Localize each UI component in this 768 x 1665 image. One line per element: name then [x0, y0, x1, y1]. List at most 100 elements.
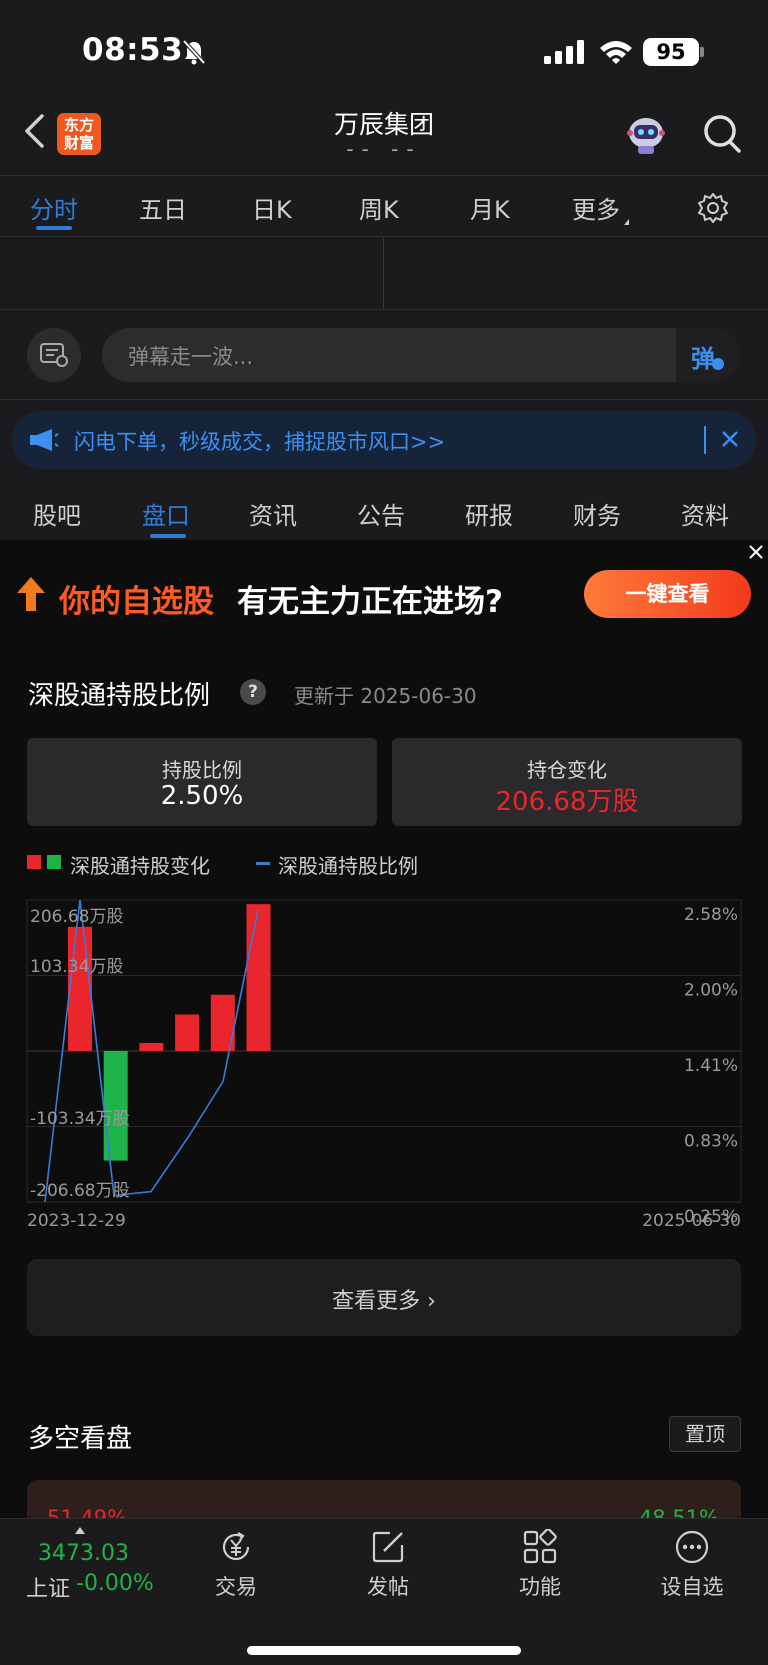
long-short-title: 多空看盘: [28, 1424, 133, 1454]
left-tick-label: 103.34万股: [30, 957, 123, 977]
active-section-indicator: [150, 534, 186, 538]
bell-muted-icon: [182, 39, 206, 65]
nav-trade[interactable]: 交易: [191, 1529, 281, 1609]
right-tick-label: 1.41%: [684, 1056, 738, 1076]
header: 东方财富 万辰集团 -- --: [0, 95, 768, 175]
section-tabs: 股吧 盘口 资讯 公告 研报 财务 资料: [0, 478, 768, 540]
promo-banner[interactable]: 你的自选股 有无主力正在进场? 一键查看: [0, 540, 768, 650]
tab-more[interactable]: 更多: [572, 190, 629, 225]
megaphone-icon: [30, 429, 59, 451]
update-date: 更新于 2025-06-30: [294, 684, 477, 708]
change-card: 持仓变化 206.68万股: [392, 738, 742, 826]
tab-pankou[interactable]: 盘口: [142, 496, 190, 531]
left-tick-label: -206.68万股: [30, 1181, 130, 1201]
ratio-card: 持股比例 2.50%: [27, 738, 377, 826]
active-tab-indicator: [36, 226, 72, 230]
gear-icon[interactable]: [697, 192, 729, 224]
tab-more-label: 更多: [572, 196, 620, 224]
period-tabs: 分时 五日 日K 周K 月K 更多: [0, 176, 768, 236]
nav-functions-label: 功能: [519, 1575, 561, 1599]
tab-profile[interactable]: 资料: [681, 496, 729, 531]
notice-banner[interactable]: 闪电下单，秒级成交，捕捉股市风口>>: [12, 411, 756, 469]
tab-daily-k[interactable]: 日K: [252, 190, 292, 225]
promo-view-button[interactable]: 一键查看: [584, 570, 751, 618]
danmaku-input[interactable]: 弹幕走一波... 弹: [102, 328, 740, 382]
x-start-label: 2023-12-29: [27, 1211, 126, 1230]
change-label: 持仓变化: [527, 758, 607, 782]
promo-text: 有无主力正在进场?: [237, 584, 503, 620]
ratio-label: 持股比例: [162, 758, 242, 782]
check-badge-icon: [712, 358, 724, 370]
index-name[interactable]: 上证: [26, 1571, 70, 1603]
holdings-title: 深股通持股比例: [28, 681, 211, 711]
holding-change-bar: [68, 926, 92, 1051]
home-indicator: [247, 1646, 521, 1655]
nav-functions[interactable]: 功能: [495, 1529, 585, 1609]
tab-guba[interactable]: 股吧: [33, 496, 81, 531]
tab-five-day[interactable]: 五日: [139, 190, 187, 225]
tab-monthly-k[interactable]: 月K: [470, 190, 510, 225]
period-divider: [0, 236, 768, 237]
pin-button[interactable]: 置顶: [669, 1416, 741, 1452]
holdings-chart: 206.68万股 103.34万股 -103.34万股 -206.68万股 2.58% 2…: [26, 899, 742, 1230]
legend-change-label: 深股通持股变化: [70, 854, 210, 878]
legend-red-swatch: [27, 855, 41, 869]
notice-text: 闪电下单，秒级成交，捕捉股市风口>>: [74, 430, 446, 454]
view-more-label: 查看更多 ›: [332, 1289, 436, 1314]
robot-assistant-icon[interactable]: [624, 113, 668, 157]
right-tick-label: 0.83%: [684, 1132, 738, 1152]
chart-crosshair: [383, 238, 384, 308]
expand-caret-icon[interactable]: [75, 1527, 85, 1534]
view-more-button[interactable]: 查看更多 ›: [27, 1259, 741, 1336]
status-bar: 08:53 95: [0, 28, 768, 78]
holding-change-bar: [139, 1042, 164, 1051]
more-dots-icon: [675, 1530, 709, 1564]
arrow-up-icon: [17, 577, 45, 611]
legend-line-swatch: [256, 862, 270, 865]
nav-trade-label: 交易: [215, 1575, 257, 1599]
left-tick-label: -103.34万股: [30, 1109, 130, 1129]
nav-add-watchlist[interactable]: 设自选: [647, 1529, 737, 1609]
tab-news[interactable]: 资讯: [249, 496, 297, 531]
wifi-icon: [600, 41, 632, 64]
change-value: 206.68万股: [495, 787, 639, 817]
close-icon[interactable]: [718, 427, 742, 451]
ratio-value: 2.50%: [160, 781, 244, 811]
nav-post-label: 发帖: [367, 1575, 409, 1599]
holding-change-bar: [246, 904, 271, 1051]
battery-tip: [700, 47, 704, 57]
nav-add-watchlist-label: 设自选: [660, 1575, 724, 1599]
status-time: 08:53: [82, 32, 184, 68]
danmaku-settings-button[interactable]: [27, 328, 81, 382]
compose-icon: [372, 1531, 404, 1563]
index-value[interactable]: 3473.03: [38, 1541, 129, 1566]
legend-green-swatch: [47, 855, 61, 869]
x-end-label: 2025-06-30: [642, 1211, 741, 1230]
right-tick-label: 2.00%: [684, 981, 738, 1001]
notice-separator: [704, 426, 706, 454]
legend-ratio-label: 深股通持股比例: [278, 854, 418, 878]
left-tick-label: 206.68万股: [30, 907, 123, 927]
danmaku-divider: [0, 399, 768, 400]
caret-icon: [624, 219, 629, 225]
trade-icon: [222, 1532, 250, 1561]
right-tick-label: 2.58%: [684, 905, 738, 925]
danmaku-settings-icon: [40, 343, 68, 367]
nav-post[interactable]: 发帖: [343, 1529, 433, 1609]
promo-highlight: 你的自选股: [59, 584, 214, 620]
promo-close-icon[interactable]: [748, 544, 764, 560]
help-icon[interactable]: ?: [240, 679, 266, 705]
battery-indicator: 95: [643, 38, 699, 66]
grid-icon: [523, 1529, 557, 1564]
tab-finance[interactable]: 财务: [573, 496, 621, 531]
tab-announcements[interactable]: 公告: [357, 496, 405, 531]
danmaku-placeholder: 弹幕走一波...: [128, 345, 254, 369]
stub-divider: [0, 309, 768, 310]
tab-research[interactable]: 研报: [465, 496, 513, 531]
danmaku-toggle-button[interactable]: 弹: [676, 328, 740, 382]
tab-weekly-k[interactable]: 周K: [359, 190, 399, 225]
index-change[interactable]: -0.00%: [76, 1571, 154, 1596]
search-icon[interactable]: [702, 113, 742, 155]
cellular-signal-icon: [544, 40, 584, 64]
tab-intraday[interactable]: 分时: [30, 190, 78, 225]
